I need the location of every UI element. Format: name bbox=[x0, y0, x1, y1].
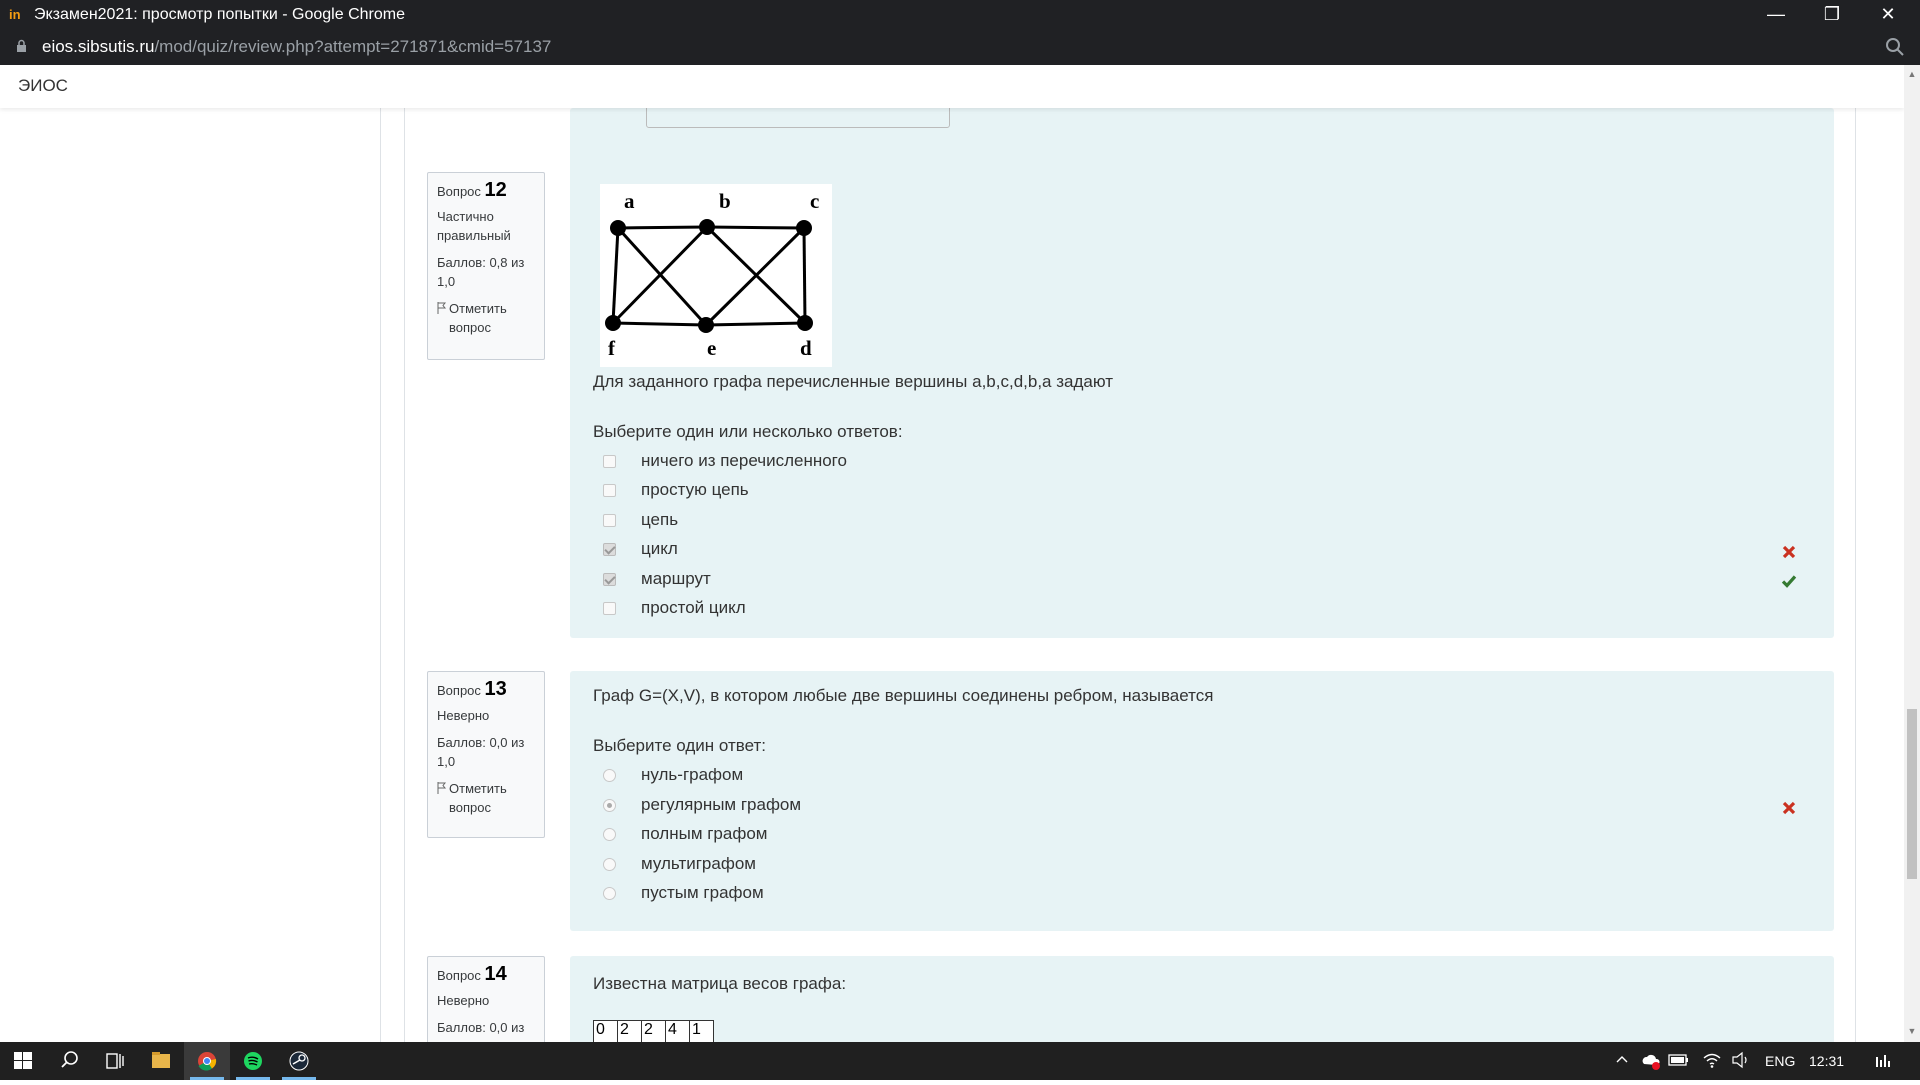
answer-checkbox[interactable] bbox=[603, 484, 616, 497]
answer-radio[interactable] bbox=[603, 858, 616, 871]
answer-radio-selected[interactable] bbox=[603, 799, 616, 812]
matrix-cell: 2 bbox=[617, 1020, 642, 1042]
question-grade: Баллов: 0,8 из 1,0 bbox=[437, 255, 525, 289]
file-explorer-icon[interactable] bbox=[138, 1042, 184, 1080]
scroll-down-arrow-icon[interactable]: ▼ bbox=[1907, 1026, 1917, 1036]
task-view-icon[interactable] bbox=[92, 1042, 138, 1080]
minimize-button[interactable]: — bbox=[1748, 0, 1804, 30]
browser-title-bar: in Экзамен2021: просмотр попытки - Googl… bbox=[0, 0, 1920, 30]
left-sidebar-border bbox=[380, 108, 381, 1042]
url-text[interactable]: eios.sibsutis.ru/mod/quiz/review.php?att… bbox=[42, 37, 551, 57]
flag-icon bbox=[437, 302, 447, 314]
restore-button[interactable]: ❐ bbox=[1804, 0, 1860, 30]
incorrect-cross-icon bbox=[1782, 545, 1796, 559]
flag-question-link[interactable]: Отметить вопрос bbox=[437, 299, 535, 337]
vertex-label-f: f bbox=[608, 336, 616, 360]
question-grade: Баллов: 0,0 из 1,0 bbox=[437, 735, 525, 769]
question-state: Частично правильный bbox=[437, 209, 511, 243]
show-hidden-icons-chevron-icon[interactable] bbox=[1614, 1050, 1630, 1073]
chrome-icon[interactable] bbox=[184, 1042, 230, 1080]
volume-icon[interactable] bbox=[1731, 1051, 1751, 1072]
answer-prompt: Выберите один или несколько ответов: bbox=[593, 422, 903, 441]
answer-radio[interactable] bbox=[603, 828, 616, 841]
vertex-label-e: e bbox=[707, 336, 716, 360]
incorrect-cross-icon bbox=[1782, 801, 1796, 815]
lock-icon bbox=[17, 39, 26, 52]
page-scrollbar[interactable]: ▲ ▼ bbox=[1904, 65, 1920, 1042]
answer-checkbox-checked[interactable] bbox=[603, 573, 616, 586]
steam-icon[interactable] bbox=[276, 1042, 322, 1080]
matrix-row: 0 2 2 4 1 bbox=[593, 1020, 714, 1042]
question-number: Вопрос 13 bbox=[437, 678, 507, 700]
wifi-icon[interactable] bbox=[1702, 1051, 1722, 1072]
clock-time[interactable]: 12:31 bbox=[1809, 1053, 1844, 1069]
question-state: Неверно bbox=[437, 993, 490, 1008]
question-state: Неверно bbox=[437, 708, 490, 723]
vertex-label-a: a bbox=[624, 189, 635, 213]
site-favicon-icon: in bbox=[9, 7, 21, 22]
answer-checkbox[interactable] bbox=[603, 514, 616, 527]
answer-radio[interactable] bbox=[603, 769, 616, 782]
question-content-14: Известна матрица весов графа: 0 2 2 4 1 bbox=[570, 956, 1834, 1042]
question-grade: Баллов: 0,0 из bbox=[437, 1020, 525, 1035]
question-text: Для заданного графа перечисленные вершин… bbox=[593, 372, 1114, 391]
input-language[interactable]: ENG bbox=[1765, 1053, 1795, 1069]
onedrive-error-icon[interactable] bbox=[1640, 1050, 1662, 1075]
flag-icon bbox=[437, 782, 447, 794]
vertex-label-d: d bbox=[800, 336, 812, 360]
notifications-icon[interactable] bbox=[1873, 1051, 1893, 1074]
search-icon[interactable] bbox=[46, 1042, 92, 1080]
correct-check-icon bbox=[1781, 575, 1797, 588]
question-info-12: Вопрос 12 Частично правильный Баллов: 0,… bbox=[427, 172, 545, 360]
vertex-label-b: b bbox=[719, 189, 731, 213]
graph-image: a b c d e f bbox=[600, 184, 832, 367]
question-content-12: a b c d e f Для заданного графа перечисл… bbox=[570, 172, 1834, 638]
vertex-label-c: c bbox=[810, 189, 819, 213]
battery-icon[interactable] bbox=[1668, 1052, 1690, 1071]
scrollbar-thumb[interactable] bbox=[1907, 709, 1917, 879]
answer-radio[interactable] bbox=[603, 887, 616, 900]
question-number: Вопрос 12 bbox=[437, 179, 507, 201]
weight-matrix: 0 2 2 4 1 bbox=[593, 1020, 714, 1042]
matrix-cell: 4 bbox=[665, 1020, 690, 1042]
question-number: Вопрос 14 bbox=[437, 963, 507, 985]
page-viewport: ЭИОС Вопрос 12 Частично правильный Балло… bbox=[0, 65, 1904, 1042]
matrix-cell: 0 bbox=[593, 1020, 618, 1042]
url-path: /mod/quiz/review.php?attempt=271871&cmid… bbox=[154, 37, 552, 56]
site-brand-link[interactable]: ЭИОС bbox=[18, 76, 68, 96]
scroll-up-arrow-icon[interactable]: ▲ bbox=[1907, 69, 1917, 79]
question-content-13: Граф G=(X,V), в котором любые две вершин… bbox=[570, 671, 1834, 931]
question-text: Граф G=(X,V), в котором любые две вершин… bbox=[593, 686, 1214, 705]
spotify-icon[interactable] bbox=[230, 1042, 276, 1080]
answer-prompt: Выберите один ответ: bbox=[593, 736, 766, 755]
window-title: Экзамен2021: просмотр попытки - Google C… bbox=[34, 6, 405, 23]
site-navbar: ЭИОС bbox=[0, 65, 1904, 108]
close-button[interactable]: ✕ bbox=[1860, 0, 1916, 30]
question-text: Известна матрица весов графа: bbox=[593, 974, 847, 993]
question-info-14: Вопрос 14 Неверно Баллов: 0,0 из bbox=[427, 956, 545, 1042]
url-domain: eios.sibsutis.ru bbox=[42, 37, 155, 56]
answer-checkbox-checked[interactable] bbox=[603, 543, 616, 556]
flag-question-link[interactable]: Отметить вопрос bbox=[437, 779, 535, 817]
windows-start-icon[interactable] bbox=[0, 1042, 46, 1080]
matrix-cell: 2 bbox=[641, 1020, 666, 1042]
windows-taskbar: ENG 12:31 bbox=[0, 1042, 1920, 1080]
answer-checkbox[interactable] bbox=[603, 602, 616, 615]
answer-checkbox[interactable] bbox=[603, 455, 616, 468]
matrix-cell: 1 bbox=[689, 1020, 714, 1042]
question-info-13: Вопрос 13 Неверно Баллов: 0,0 из 1,0 Отм… bbox=[427, 671, 545, 838]
address-bar[interactable]: eios.sibsutis.ru/mod/quiz/review.php?att… bbox=[0, 30, 1920, 65]
zoom-icon[interactable] bbox=[1884, 36, 1906, 58]
